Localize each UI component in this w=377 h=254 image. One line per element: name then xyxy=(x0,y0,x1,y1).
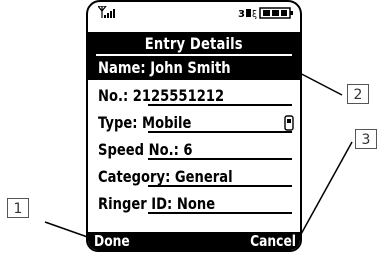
callout-1: 1 xyxy=(7,198,29,218)
screen-title: Entry Details xyxy=(88,32,300,56)
entry-name-row[interactable]: Name: John Smith xyxy=(88,56,300,80)
svg-text:3: 3 xyxy=(238,9,245,19)
softkey-bar: Done Cancel xyxy=(88,232,300,250)
mobile-phone-icon xyxy=(284,115,294,131)
status-bar: 3 ξ xyxy=(88,2,300,24)
cancel-softkey[interactable]: Cancel xyxy=(250,232,296,250)
svg-text:ξ: ξ xyxy=(252,10,257,19)
done-softkey[interactable]: Done xyxy=(94,232,130,250)
entry-ringer-row[interactable]: Ringer ID: None xyxy=(88,192,300,216)
entry-speed-dial-row[interactable]: Speed No.: 6 xyxy=(88,138,300,162)
callout-3: 3 xyxy=(355,129,377,149)
phone-screen: 3 ξ Entry Details Name: John Smith No.: … xyxy=(86,0,302,252)
entry-type-row[interactable]: Type: Mobile xyxy=(88,111,300,135)
battery-icon: 3 ξ xyxy=(238,7,293,19)
signal-strength-icon xyxy=(98,6,115,18)
entry-category-row[interactable]: Category: General xyxy=(88,165,300,189)
entry-number-row[interactable]: No.: 2125551212 xyxy=(88,84,300,108)
callout-2: 2 xyxy=(347,84,369,104)
